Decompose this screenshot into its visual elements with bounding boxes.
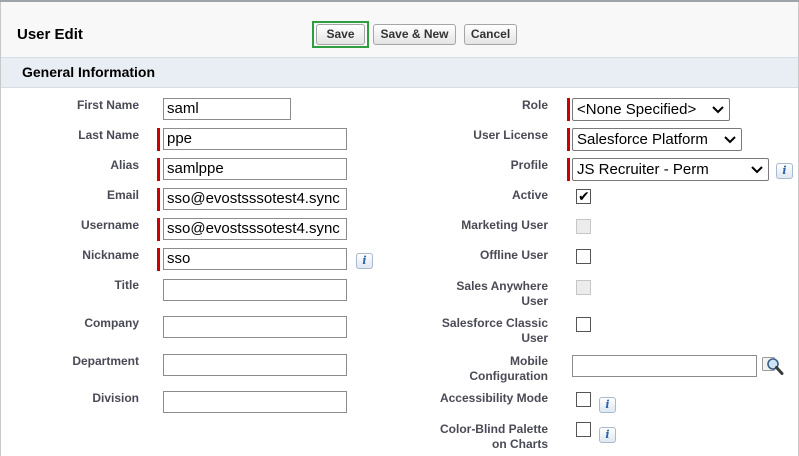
role-label: Role [521, 98, 548, 112]
first-name-input[interactable]: saml [163, 98, 291, 120]
required-indicator [157, 218, 160, 241]
title-input[interactable] [163, 279, 347, 301]
department-label: Department [72, 354, 139, 368]
username-input[interactable]: sso@evostsssotest4.sync [163, 218, 347, 240]
nickname-label: Nickname [82, 248, 139, 262]
division-input[interactable] [163, 391, 347, 413]
company-input[interactable] [163, 316, 347, 338]
department-input[interactable] [163, 354, 347, 376]
offline-user-checkbox[interactable] [576, 249, 591, 264]
username-label: Username [80, 218, 139, 232]
required-indicator [567, 128, 570, 151]
mobile-configuration-input[interactable] [572, 355, 757, 377]
accessibility-mode-info-icon[interactable]: i [599, 397, 616, 413]
color-blind-palette-label: Color-Blind Palette on Charts [439, 422, 548, 451]
active-label: Active [511, 188, 548, 202]
mobile-configuration-label: Mobile Configuration [469, 354, 548, 383]
profile-info-icon[interactable]: i [776, 163, 793, 179]
color-blind-palette-info-icon[interactable]: i [599, 427, 616, 443]
last-name-input[interactable]: ppe [163, 128, 347, 150]
chevron-down-icon [712, 106, 724, 114]
required-indicator [567, 158, 570, 181]
email-label: Email [106, 188, 139, 202]
alias-label: Alias [110, 158, 139, 172]
required-indicator [157, 128, 160, 151]
section-title: General Information [22, 64, 156, 80]
checkmark-icon: ✔ [578, 188, 590, 204]
marketing-user-checkbox [576, 219, 591, 234]
accessibility-mode-checkbox[interactable] [576, 392, 591, 407]
accessibility-mode-label: Accessibility Mode [439, 391, 548, 405]
save-and-new-button[interactable]: Save & New [373, 24, 456, 45]
user-license-select-value: Salesforce Platform [577, 131, 708, 148]
chevron-down-icon [724, 136, 736, 144]
email-input[interactable]: sso@evostsssotest4.sync [163, 188, 347, 210]
title-label: Title [114, 278, 139, 292]
active-checkbox[interactable]: ✔ [576, 188, 591, 204]
page-title: User Edit [17, 26, 83, 43]
required-indicator [157, 188, 160, 211]
salesforce-classic-user-label: Salesforce Classic User [441, 316, 548, 345]
nickname-input[interactable]: sso [163, 248, 347, 270]
sales-anywhere-user-label: Sales Anywhere User [456, 279, 548, 308]
section-header: General Information [1, 57, 798, 88]
nickname-info-icon[interactable]: i [356, 253, 373, 269]
alias-input[interactable]: samlppe [163, 158, 347, 180]
role-select[interactable]: <None Specified> [572, 98, 730, 121]
magnifier-lookup-icon[interactable] [762, 356, 784, 376]
company-label: Company [84, 316, 139, 330]
salesforce-classic-user-checkbox[interactable] [576, 317, 591, 332]
cancel-button[interactable]: Cancel [464, 24, 517, 45]
required-indicator [157, 248, 160, 271]
offline-user-label: Offline User [479, 248, 548, 262]
color-blind-palette-checkbox[interactable] [576, 422, 591, 437]
marketing-user-label: Marketing User [461, 218, 548, 232]
required-indicator [567, 98, 570, 121]
save-button[interactable]: Save [316, 24, 365, 45]
profile-label: Profile [510, 158, 548, 172]
required-indicator [157, 158, 160, 181]
chevron-down-icon [751, 166, 763, 174]
user-license-select[interactable]: Salesforce Platform [572, 128, 742, 151]
role-select-value: <None Specified> [577, 101, 697, 118]
last-name-label: Last Name [78, 128, 139, 142]
profile-select[interactable]: JS Recruiter - Perm [572, 158, 769, 181]
first-name-label: First Name [76, 98, 139, 112]
profile-select-value: JS Recruiter - Perm [577, 161, 709, 178]
user-license-label: User License [473, 128, 548, 142]
sales-anywhere-user-checkbox [576, 280, 591, 295]
division-label: Division [92, 391, 139, 405]
